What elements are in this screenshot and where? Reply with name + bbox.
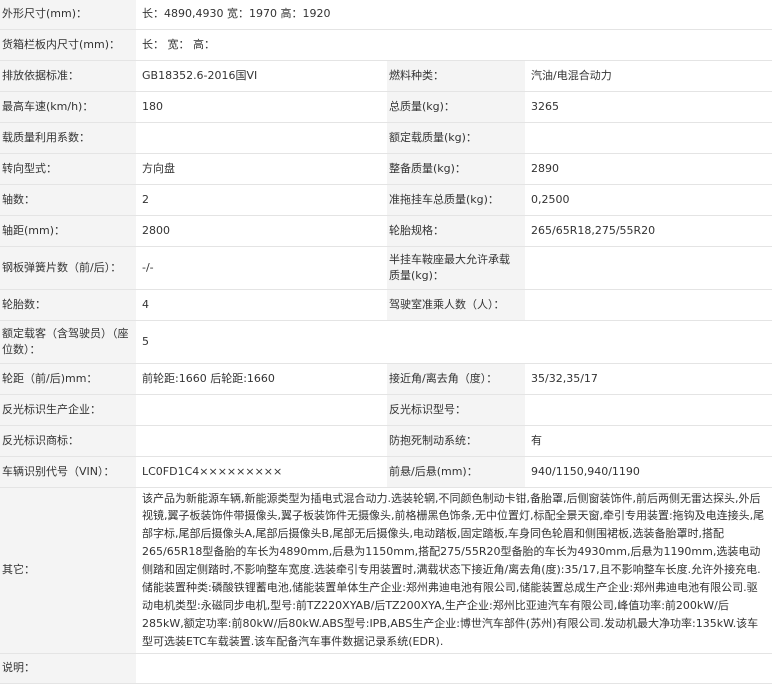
value-curb-mass: 2890 [525,153,772,185]
label-reflector-manufacturer: 反光标识生产企业： [0,394,136,426]
label-fuel-type: 燃料种类： [387,60,525,92]
row-vin: 车辆识别代号（VIN）： LC0FD1C4××××××××× 前悬/后悬(mm)… [0,456,772,488]
value-max-speed: 180 [136,91,387,123]
label-rated-load: 额定载质量(kg)： [387,122,525,154]
label-saddle-load: 半挂车鞍座最大允许承载质量(kg)： [387,246,525,290]
row-speed-mass: 最高车速(km/h)： 180 总质量(kg)： 3265 [0,91,772,123]
label-tire-count: 轮胎数： [0,289,136,321]
row-tires: 轮胎数： 4 驾驶室准乘人数（人）： [0,289,772,321]
row-emission: 排放依据标准： GB18352.6-2016国VI 燃料种类： 汽油/电混合动力 [0,60,772,92]
label-max-speed: 最高车速(km/h)： [0,91,136,123]
value-fuel-type: 汽油/电混合动力 [525,60,772,92]
value-reflector-brand [136,425,387,457]
label-reflector-model: 反光标识型号： [387,394,525,426]
value-cargo-box-size: 长： 宽： 高： [136,29,772,61]
label-wheelbase: 轴距(mm)： [0,215,136,247]
value-approach-departure-angle: 35/32,35/17 [525,363,772,395]
value-emission-standard: GB18352.6-2016国VI [136,60,387,92]
value-tire-count: 4 [136,289,387,321]
value-other: 该产品为新能源车辆,新能源类型为插电式混合动力.选装轮辋,不同颜色制动卡钳,备胎… [136,487,772,654]
row-wheelbase: 轴距(mm)： 2800 轮胎规格： 265/65R18,275/55R20 [0,215,772,247]
label-notes: 说明： [0,653,136,684]
label-abs: 防抱死制动系统： [387,425,525,457]
value-dimensions: 长：4890,4930 宽：1970 高：1920 [136,0,772,30]
value-axle-count: 2 [136,184,387,216]
label-approach-departure-angle: 接近角/离去角（度）： [387,363,525,395]
row-dimensions: 外形尺寸(mm)： 长：4890,4930 宽：1970 高：1920 [0,0,772,30]
label-tire-spec: 轮胎规格： [387,215,525,247]
value-reflector-model [525,394,772,426]
row-other: 其它： 该产品为新能源车辆,新能源类型为插电式混合动力.选装轮辋,不同颜色制动卡… [0,487,772,654]
label-cargo-box-size: 货箱栏板内尺寸(mm)： [0,29,136,61]
value-trailer-mass: 0,2500 [525,184,772,216]
label-track-width: 轮距（前/后)mm： [0,363,136,395]
label-load-coefficient: 载质量利用系数： [0,122,136,154]
label-dimensions: 外形尺寸(mm)： [0,0,136,30]
label-total-mass: 总质量(kg)： [387,91,525,123]
value-notes [136,653,772,684]
row-track: 轮距（前/后)mm： 前轮距:1660 后轮距:1660 接近角/离去角（度）：… [0,363,772,395]
value-leaf-springs: -/- [136,246,387,290]
label-steering-type: 转向型式： [0,153,136,185]
label-cab-occupants: 驾驶室准乘人数（人）： [387,289,525,321]
label-curb-mass: 整备质量(kg)： [387,153,525,185]
row-axles: 轴数： 2 准拖挂车总质量(kg)： 0,2500 [0,184,772,216]
row-steering: 转向型式： 方向盘 整备质量(kg)： 2890 [0,153,772,185]
label-axle-count: 轴数： [0,184,136,216]
value-cab-occupants [525,289,772,321]
row-notes: 说明： [0,653,772,684]
label-leaf-springs: 钢板弹簧片数（前/后）： [0,246,136,290]
value-total-mass: 3265 [525,91,772,123]
label-rated-passengers: 额定载客（含驾驶员）（座位数）： [0,320,136,364]
label-other: 其它： [0,487,136,654]
value-overhang: 940/1150,940/1190 [525,456,772,488]
value-tire-spec: 265/65R18,275/55R20 [525,215,772,247]
row-springs: 钢板弹簧片数（前/后）： -/- 半挂车鞍座最大允许承载质量(kg)： [0,246,772,290]
label-overhang: 前悬/后悬(mm)： [387,456,525,488]
label-reflector-brand: 反光标识商标： [0,425,136,457]
label-trailer-mass: 准拖挂车总质量(kg)： [387,184,525,216]
value-load-coefficient [136,122,387,154]
row-reflector-maker: 反光标识生产企业： 反光标识型号： [0,394,772,426]
row-cargo-box-size: 货箱栏板内尺寸(mm)： 长： 宽： 高： [0,29,772,61]
value-rated-load [525,122,772,154]
value-reflector-manufacturer [136,394,387,426]
value-track-width: 前轮距:1660 后轮距:1660 [136,363,387,395]
value-abs: 有 [525,425,772,457]
row-reflector-brand: 反光标识商标： 防抱死制动系统： 有 [0,425,772,457]
value-rated-passengers: 5 [136,320,772,364]
vehicle-spec-table: 外形尺寸(mm)： 长：4890,4930 宽：1970 高：1920 货箱栏板… [0,0,772,684]
row-passengers: 额定载客（含驾驶员）（座位数）： 5 [0,320,772,364]
label-vin: 车辆识别代号（VIN）： [0,456,136,488]
value-steering-type: 方向盘 [136,153,387,185]
value-saddle-load [525,246,772,290]
value-vin: LC0FD1C4××××××××× [136,456,387,488]
row-load: 载质量利用系数： 额定载质量(kg)： [0,122,772,154]
value-wheelbase: 2800 [136,215,387,247]
label-emission-standard: 排放依据标准： [0,60,136,92]
